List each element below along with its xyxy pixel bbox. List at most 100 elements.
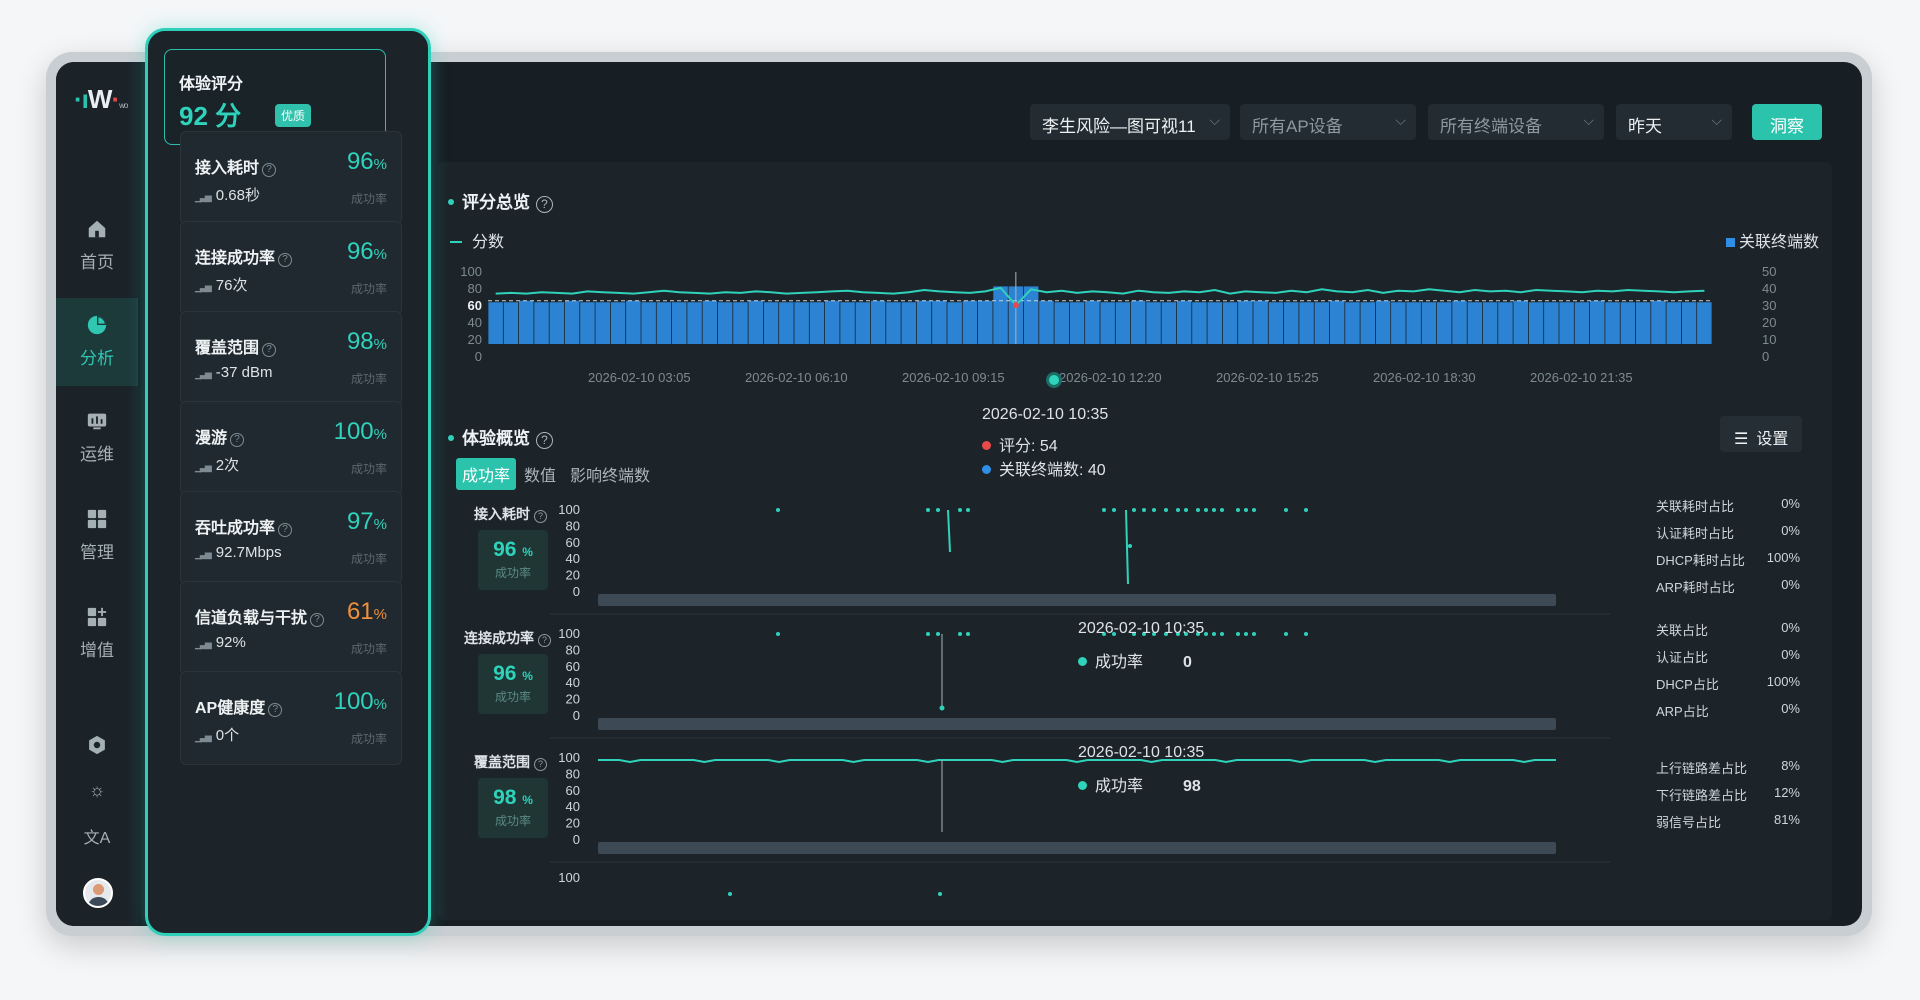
terminal-bar — [1590, 300, 1605, 344]
chevron-down-icon: ⌵ — [1711, 112, 1722, 128]
metric-card[interactable]: 连接成功率? 96% 76次 成功率 — [180, 221, 402, 315]
help-icon[interactable]: ? — [534, 758, 547, 771]
ratio-label: ARP占比 — [1656, 704, 1709, 719]
metric-card[interactable]: 覆盖范围? 98% -37 dBm 成功率 — [180, 311, 402, 405]
tab-affected-terminals[interactable]: 影响终端数 — [564, 458, 656, 490]
terminal-bar — [1375, 300, 1391, 344]
nav-item-value-added[interactable]: 增值 — [56, 590, 138, 678]
terminal-bar — [1284, 302, 1299, 344]
terminal-bar — [870, 300, 886, 344]
data-point — [728, 892, 732, 896]
terminal-bar — [1651, 300, 1666, 344]
ratio-label: 关联耗时占比 — [1656, 499, 1735, 514]
metric-pct: 97% — [346, 508, 387, 535]
drop-line — [947, 509, 951, 553]
tab-value[interactable]: 数值 — [518, 458, 562, 490]
help-icon[interactable]: ? — [536, 196, 553, 213]
data-point — [776, 632, 780, 636]
chevron-down-icon: ⌵ — [1583, 112, 1594, 128]
terminal-bar — [840, 302, 855, 344]
axis-tick: 30 — [1762, 298, 1777, 313]
insight-button[interactable]: 洞察 — [1752, 104, 1822, 140]
time-slider-handle[interactable] — [1046, 372, 1062, 388]
help-icon[interactable]: ? — [262, 163, 277, 177]
metric-sub: 76次 — [195, 274, 248, 295]
overview-chart[interactable] — [488, 262, 1752, 362]
x-tick: 2026-02-10 09:15 — [902, 370, 1005, 385]
ratio-value: 0% — [1781, 523, 1800, 538]
metric-name: 吞吐成功率? — [195, 514, 293, 538]
score-title: 体验评分 — [179, 76, 244, 93]
data-point — [1152, 508, 1156, 512]
metric-pct: 100% — [333, 418, 387, 445]
nav-settings[interactable] — [56, 734, 138, 761]
terminal-bar — [993, 286, 1008, 344]
nav-theme[interactable]: ☼ — [56, 780, 138, 801]
terminal-bar — [1146, 302, 1161, 344]
nav-item-analysis[interactable]: 分析 — [56, 298, 138, 386]
terminal-bar — [1406, 302, 1421, 344]
ap-select[interactable]: 所有AP设备 ⌵ — [1240, 104, 1416, 140]
experience-charts[interactable]: 100806040200100806040200100806040200100 — [550, 502, 1610, 920]
nav-item-home[interactable]: 首页 — [56, 202, 138, 290]
metric-card[interactable]: 吞吐成功率? 97% 92.7Mbps 成功率 — [180, 491, 402, 585]
axis-tick: 0 — [1762, 349, 1770, 364]
terminal-bar — [564, 300, 580, 344]
nav-item-manage[interactable]: 管理 — [56, 492, 138, 580]
terminal-bar — [1192, 302, 1207, 344]
metric-card[interactable]: 接入耗时? 96% 0.68秒 成功率 — [180, 131, 402, 225]
terminal-bar — [1131, 300, 1146, 344]
experience-title: 体验概览? — [448, 424, 553, 449]
terminal-bar — [1605, 302, 1620, 344]
terminal-bar — [1513, 300, 1528, 344]
metric-sub: 0.68秒 — [195, 184, 260, 205]
terminal-bar — [886, 302, 901, 344]
axis-tick: 20 — [566, 692, 580, 707]
settings-button[interactable]: ☰ 设置 — [1720, 416, 1803, 452]
data-point — [1164, 508, 1168, 512]
terminal-bar — [763, 302, 779, 344]
data-point — [1212, 508, 1216, 512]
tab-success-rate[interactable]: 成功率 — [456, 458, 517, 490]
terminal-bar — [1697, 302, 1712, 344]
terminal-bar — [1069, 302, 1085, 344]
date-select[interactable]: 昨天 ⌵ — [1616, 104, 1732, 140]
data-point — [926, 632, 930, 636]
overview-tooltip-time: 2026-02-10 10:35 — [982, 406, 1109, 423]
terminal-bar — [1314, 302, 1330, 344]
ratio-label: 弱信号占比 — [1656, 815, 1722, 830]
help-icon[interactable]: ? — [278, 253, 293, 267]
axis-tick: 100 — [558, 870, 580, 885]
terminal-bar — [855, 302, 871, 344]
terminal-bar — [1054, 302, 1069, 344]
axis-tick: 0 — [573, 584, 580, 599]
nav-label-ops: 运维 — [80, 445, 114, 464]
help-icon[interactable]: ? — [262, 343, 277, 357]
site-select[interactable]: 李生风险—图可视11 ⌵ — [1030, 104, 1230, 140]
terminal-bar — [1482, 302, 1498, 344]
help-icon[interactable]: ? — [534, 510, 547, 523]
metric-card[interactable]: 信道负载与干扰? 61% 92% 成功率 — [180, 581, 402, 675]
terminal-select[interactable]: 所有终端设备 ⌵ — [1428, 104, 1604, 140]
help-icon[interactable]: ? — [278, 523, 293, 537]
nav-item-ops[interactable]: 运维 — [56, 394, 138, 482]
axis-tick: 0 — [573, 708, 580, 723]
help-icon[interactable]: ? — [230, 433, 245, 447]
help-icon[interactable]: ? — [310, 613, 325, 627]
metric-card[interactable]: AP健康度? 100% 0个 成功率 — [180, 671, 402, 765]
avatar[interactable] — [83, 878, 113, 908]
help-icon[interactable]: ? — [268, 703, 283, 717]
row3-tooltip-time: 2026-02-10 10:35 — [1078, 744, 1205, 761]
metric-card[interactable]: 漫游? 100% 2次 成功率 — [180, 401, 402, 495]
help-icon[interactable]: ? — [536, 432, 553, 449]
data-point — [1112, 508, 1116, 512]
terminal-bar — [1176, 300, 1192, 344]
data-point — [1204, 632, 1208, 636]
metric-pct: 96% — [346, 238, 387, 265]
data-point — [958, 508, 962, 512]
ratio-label: DHCP占比 — [1656, 677, 1719, 692]
nav-language[interactable]: 文A — [56, 824, 138, 848]
ratio-value: 81% — [1773, 812, 1800, 827]
chevron-down-icon: ⌵ — [1395, 112, 1406, 128]
metric-sub: -37 dBm — [195, 364, 273, 381]
